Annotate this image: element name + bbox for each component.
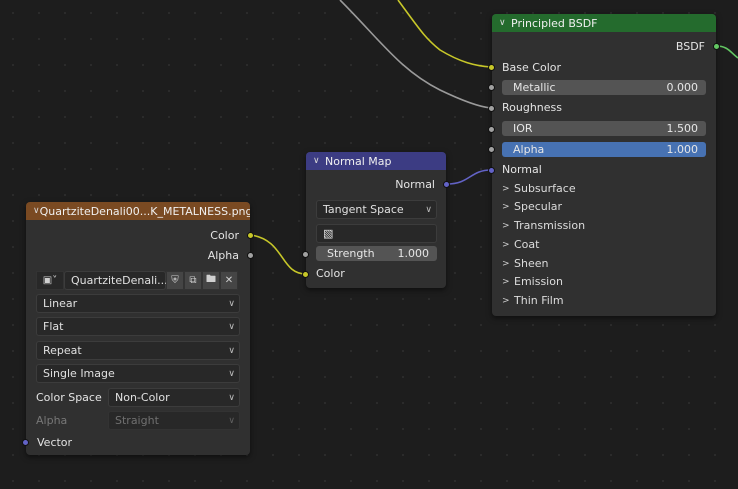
base-color-label: Base Color — [502, 61, 562, 74]
duplicate-icon[interactable]: ⧉ — [184, 271, 202, 290]
normal-map-header[interactable]: ∨ Normal Map — [306, 152, 446, 170]
bsdf-header[interactable]: ∨ Principled BSDF — [492, 14, 716, 32]
uv-map-icon: ▧ — [323, 227, 334, 240]
output-alpha-label: Alpha — [207, 249, 239, 262]
uv-map-field[interactable]: ▧ — [316, 224, 437, 243]
output-bsdf-socket[interactable] — [713, 43, 720, 50]
color-space-dropdown[interactable]: Non-Color ∨ — [108, 388, 240, 407]
chevron-down-icon: ∨ — [228, 415, 235, 426]
output-normal-label: Normal — [395, 178, 435, 191]
collapse-chevron-icon[interactable]: ∨ — [33, 206, 40, 216]
output-alpha-socket[interactable] — [247, 252, 254, 259]
output-normal-socket[interactable] — [443, 181, 450, 188]
input-color-socket[interactable] — [302, 271, 309, 278]
shield-icon[interactable]: ⛨ — [166, 271, 184, 290]
chevron-right-icon: > — [502, 220, 510, 231]
alpha-mode-dropdown[interactable]: Straight ∨ — [108, 411, 240, 430]
chevron-down-icon: ∨ — [228, 345, 235, 356]
panel-coat[interactable]: > Coat — [502, 238, 539, 251]
collapse-chevron-icon[interactable]: ∨ — [313, 156, 325, 166]
color-space-label: Color Space — [36, 391, 102, 404]
input-normal-socket[interactable] — [488, 167, 495, 174]
input-base-color-socket[interactable] — [488, 64, 495, 71]
folder-icon[interactable]: 🖿 — [202, 271, 220, 290]
chevron-down-icon: ∨ — [425, 204, 432, 215]
input-alpha-socket[interactable] — [488, 146, 495, 153]
link-color-to-normalmap — [250, 234, 307, 275]
chevron-right-icon: > — [502, 276, 510, 287]
chevron-right-icon: > — [502, 201, 510, 212]
image-node-header[interactable]: ∨ QuartziteDenali00...K_METALNESS.png — [26, 202, 250, 220]
input-metallic-socket[interactable] — [488, 84, 495, 91]
normal-map-node[interactable]: ∨ Normal Map Normal Tangent Space ∨ ▧ Str… — [302, 152, 450, 288]
link-normal-to-bsdf — [446, 169, 492, 185]
bsdf-title: Principled BSDF — [511, 16, 598, 30]
space-dropdown[interactable]: Tangent Space ∨ — [316, 200, 437, 219]
link-upper-grey — [339, 0, 492, 109]
chevron-down-icon: ∨ — [228, 298, 235, 309]
input-roughness-socket[interactable] — [488, 105, 495, 112]
strength-field[interactable]: Strength 1.000 — [316, 246, 437, 261]
input-ior-socket[interactable] — [488, 126, 495, 133]
source-dropdown[interactable]: Single Image ∨ — [36, 364, 240, 383]
alpha-field[interactable]: Alpha 1.000 — [502, 142, 706, 157]
panel-subsurface[interactable]: > Subsurface — [502, 182, 576, 195]
panel-transmission[interactable]: > Transmission — [502, 219, 585, 232]
ior-field[interactable]: IOR 1.500 — [502, 121, 706, 136]
chevron-right-icon: > — [502, 295, 510, 306]
image-name-field[interactable]: QuartziteDenali... — [64, 271, 168, 290]
chevron-right-icon: > — [502, 239, 510, 250]
chevron-right-icon: > — [502, 183, 510, 194]
panel-sheen[interactable]: > Sheen — [502, 257, 548, 270]
alpha-mode-label: Alpha — [36, 414, 68, 427]
link-upper-yellow — [397, 0, 492, 68]
output-color-socket[interactable] — [247, 232, 254, 239]
roughness-label: Roughness — [502, 101, 563, 114]
output-bsdf-label: BSDF — [675, 40, 705, 53]
chevron-down-icon: ∨ — [228, 321, 235, 332]
normal-map-title: Normal Map — [325, 154, 392, 168]
input-vector-label: Vector — [37, 436, 73, 449]
input-color-label: Color — [316, 267, 345, 280]
image-texture-node[interactable]: ∨ QuartziteDenali00...K_METALNESS.png Co… — [22, 202, 254, 455]
principled-bsdf-node[interactable]: ∨ Principled BSDF BSDF Base Color Metall… — [488, 14, 720, 316]
panel-thin-film[interactable]: > Thin Film — [502, 294, 564, 307]
chevron-down-icon: ∨ — [228, 392, 235, 403]
panel-specular[interactable]: > Specular — [502, 200, 562, 213]
input-strength-socket[interactable] — [302, 251, 309, 258]
normal-label: Normal — [502, 163, 542, 176]
input-vector-socket[interactable] — [22, 439, 29, 446]
output-color-label: Color — [210, 229, 239, 242]
projection-dropdown[interactable]: Flat ∨ — [36, 317, 240, 336]
image-node-title: QuartziteDenali00...K_METALNESS.png — [39, 204, 250, 218]
extension-dropdown[interactable]: Repeat ∨ — [36, 341, 240, 360]
collapse-chevron-icon[interactable]: ∨ — [499, 18, 511, 28]
panel-emission[interactable]: > Emission — [502, 275, 563, 288]
image-type-icon[interactable]: ▣˅ — [36, 271, 64, 290]
chevron-right-icon: > — [502, 258, 510, 269]
close-icon[interactable]: ✕ — [220, 271, 238, 290]
interpolation-dropdown[interactable]: Linear ∨ — [36, 294, 240, 313]
metallic-field[interactable]: Metallic 0.000 — [502, 80, 706, 95]
chevron-down-icon: ∨ — [228, 368, 235, 379]
